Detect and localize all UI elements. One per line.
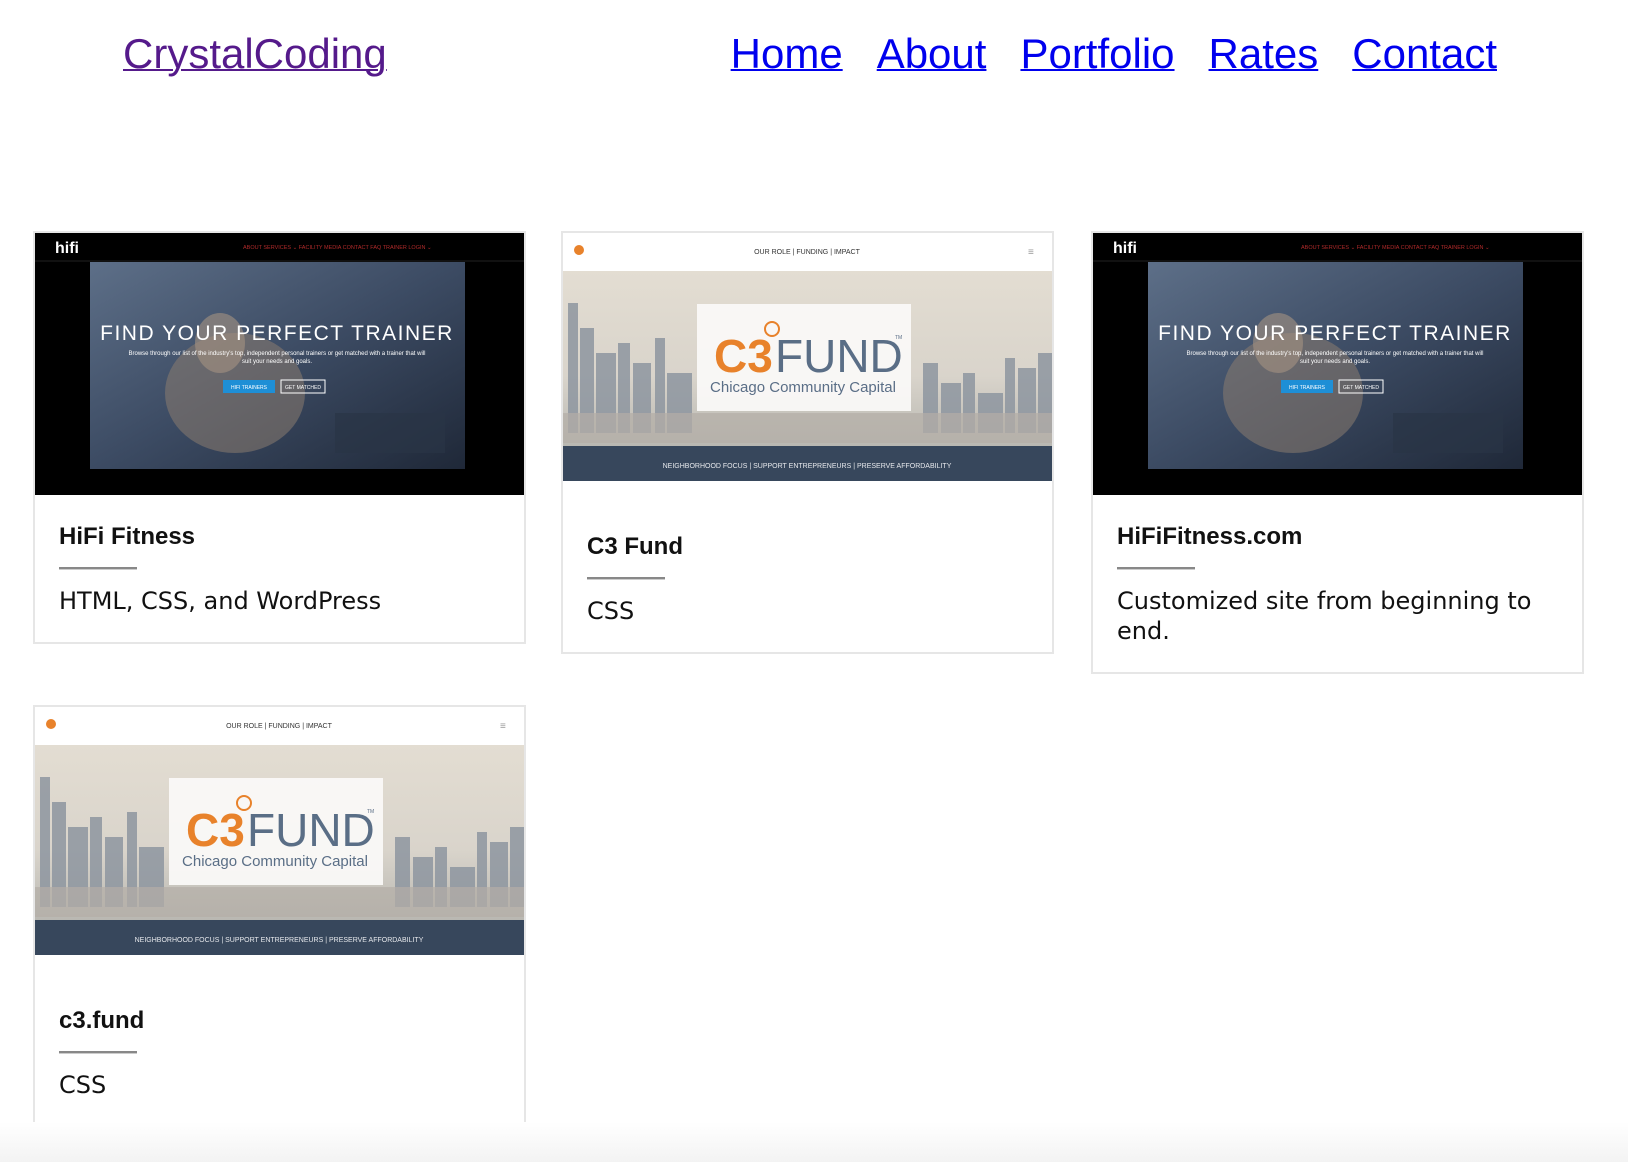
- card-description: CSS: [587, 597, 635, 625]
- c3-pin-icon: [574, 245, 584, 255]
- hifi-menu: ABOUT SERVICES ⌄ FACILITY MEDIA CONTACT …: [1301, 245, 1490, 251]
- hifi-logo: hifi: [55, 240, 79, 257]
- c3-tm: TM: [895, 335, 902, 341]
- c3-logo-fund: FUND: [775, 330, 903, 382]
- portfolio-card-hififitness-com[interactable]: hifi ABOUT SERVICES ⌄ FACILITY MEDIA CON…: [1091, 231, 1584, 674]
- card-divider: [587, 577, 665, 580]
- card-divider: [1117, 567, 1195, 570]
- hifi-logo: hifi: [1113, 240, 1137, 257]
- card-title[interactable]: c3.fund: [59, 1007, 500, 1035]
- portfolio-card-c3-fund-site[interactable]: OUR ROLE | FUNDING | IMPACT ≡ C3 FUND TM…: [33, 705, 526, 1128]
- hifi-button-trainers: HIFI TRAINERS: [231, 385, 268, 391]
- hifi-button-trainers: HIFI TRAINERS: [1289, 385, 1326, 391]
- c3-hamburger-icon: ≡: [500, 721, 506, 732]
- hifi-screenshot: hifi ABOUT SERVICES ⌄ FACILITY MEDIA CON…: [35, 233, 524, 495]
- hifi-subline: Browse through our list of the industry'…: [129, 351, 426, 357]
- c3-screenshot: OUR ROLE | FUNDING | IMPACT ≡ C3 FUND TM…: [35, 707, 524, 955]
- card-description: CSS: [59, 1071, 107, 1099]
- page-bottom-shade: [0, 1122, 1628, 1162]
- hifi-menu: ABOUT SERVICES ⌄ FACILITY MEDIA CONTACT …: [243, 245, 432, 251]
- c3-footer-strip: NEIGHBORHOOD FOCUS | SUPPORT ENTREPRENEU…: [135, 937, 424, 944]
- hifi-headline: FIND YOUR PERFECT TRAINER: [100, 322, 454, 345]
- portfolio-card-c3-fund[interactable]: OUR ROLE | FUNDING | IMPACT ≡ C3 FUND TM…: [561, 231, 1054, 654]
- card-description: HTML, CSS, and WordPress: [59, 587, 382, 615]
- card-divider: [59, 1051, 137, 1054]
- c3-tagline: Chicago Community Capital: [182, 853, 368, 870]
- nav-portfolio-link[interactable]: Portfolio: [1020, 30, 1174, 78]
- c3-hamburger-icon: ≡: [1028, 247, 1034, 258]
- main-nav: Home About Portfolio Rates Contact: [731, 30, 1497, 78]
- hifi-headline: FIND YOUR PERFECT TRAINER: [1158, 322, 1512, 345]
- c3-screenshot: OUR ROLE | FUNDING | IMPACT ≡ C3 FUND TM…: [563, 233, 1052, 481]
- nav-about-link[interactable]: About: [877, 30, 987, 78]
- hifi-subline-2: suit your needs and goals.: [1300, 359, 1370, 365]
- hifi-subline: Browse through our list of the industry'…: [1187, 351, 1484, 357]
- c3-footer-strip: NEIGHBORHOOD FOCUS | SUPPORT ENTREPRENEU…: [663, 463, 952, 470]
- nav-rates-link[interactable]: Rates: [1209, 30, 1319, 78]
- nav-contact-link[interactable]: Contact: [1352, 30, 1497, 78]
- c3-logo-c3: C3: [714, 330, 773, 382]
- card-description: Customized site from beginning to end.: [1117, 587, 1532, 645]
- hifi-button-matched: GET MATCHED: [1343, 385, 1379, 391]
- card-title[interactable]: C3 Fund: [587, 533, 1028, 561]
- c3-tm: TM: [367, 809, 374, 815]
- site-brand-link[interactable]: CrystalCoding: [123, 30, 387, 78]
- card-divider: [59, 567, 137, 570]
- c3-pin-icon: [46, 719, 56, 729]
- hifi-screenshot: hifi ABOUT SERVICES ⌄ FACILITY MEDIA CON…: [1093, 233, 1582, 495]
- nav-home-link[interactable]: Home: [731, 30, 843, 78]
- card-title[interactable]: HiFiFitness.com: [1117, 523, 1558, 551]
- hifi-button-matched: GET MATCHED: [285, 385, 321, 391]
- c3-tagline: Chicago Community Capital: [710, 379, 896, 396]
- portfolio-card-hifi-fitness[interactable]: hifi ABOUT SERVICES ⌄ FACILITY MEDIA CON…: [33, 231, 526, 644]
- c3-logo-c3: C3: [186, 804, 245, 856]
- card-title[interactable]: HiFi Fitness: [59, 523, 500, 551]
- c3-menu: OUR ROLE | FUNDING | IMPACT: [754, 249, 861, 256]
- c3-menu: OUR ROLE | FUNDING | IMPACT: [226, 723, 333, 730]
- c3-logo-fund: FUND: [247, 804, 375, 856]
- hifi-subline-2: suit your needs and goals.: [242, 359, 312, 365]
